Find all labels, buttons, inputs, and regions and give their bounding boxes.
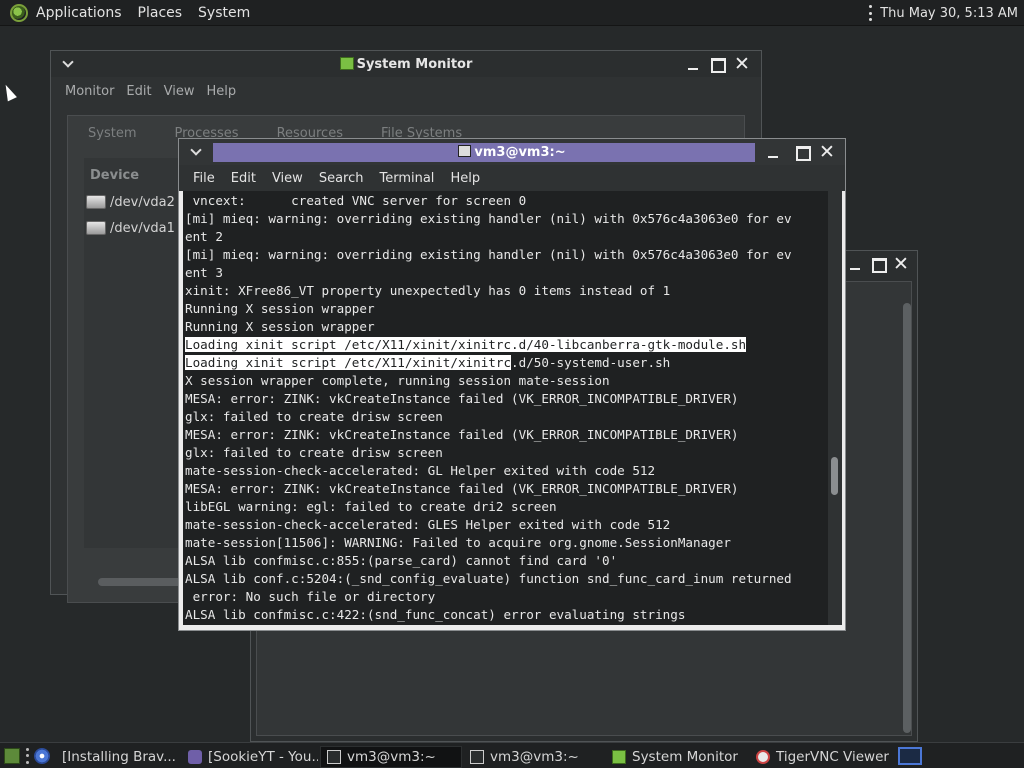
task-tigervnc-viewer[interactable]: TigerVNC Viewer (750, 746, 892, 768)
terminal-line: MESA: error: ZINK: vkCreateInstance fail… (185, 391, 739, 406)
system-menu[interactable]: System (190, 0, 258, 26)
terminal-titlebar[interactable]: vm3@vm3:~ ✕ (179, 139, 845, 165)
window-menu-chevron-icon[interactable] (61, 57, 75, 71)
terminal-line: MESA: error: ZINK: vkCreateInstance fail… (185, 427, 739, 442)
tigervnc-icon (756, 750, 770, 764)
terminal-icon (327, 750, 341, 764)
system-monitor-titlebar[interactable]: System Monitor ✕ (51, 51, 761, 77)
drive-icon (86, 195, 106, 209)
close-icon[interactable]: ✕ (732, 54, 752, 74)
terminal-menubar: File Edit View Search Terminal Help (179, 165, 845, 191)
system-monitor-icon (612, 750, 626, 764)
close-icon[interactable]: ✕ (891, 254, 911, 274)
menu-edit[interactable]: Edit (223, 171, 264, 186)
show-desktop-icon[interactable] (4, 747, 20, 764)
menu-edit[interactable]: Edit (120, 84, 157, 99)
maximize-icon[interactable] (868, 254, 888, 274)
task-label: System Monitor (632, 749, 738, 765)
selected-text: Loading xinit script /etc/X11/xinit/xini… (185, 337, 747, 352)
terminal-line: vncext: created VNC server for screen 0 (185, 193, 527, 208)
terminal-icon (470, 750, 484, 764)
device-name: /dev/vda2 (110, 194, 175, 210)
taskbar-handle-icon[interactable] (26, 747, 30, 764)
terminal-line: error: No such file or directory (185, 589, 436, 604)
panel-handle-icon[interactable] (864, 5, 876, 21)
selected-text: Loading xinit script /etc/X11/xinit/xini… (185, 355, 512, 370)
terminal-line: MESA: error: ZINK: vkCreateInstance fail… (185, 481, 739, 496)
task-sookieyt[interactable]: [SookieYT - You... (182, 746, 318, 768)
distro-logo-icon[interactable] (10, 3, 28, 22)
terminal-line: ALSA lib confmisc.c:855:(parse_card) can… (185, 553, 618, 568)
task-terminal-2[interactable]: vm3@vm3:~ (464, 746, 604, 768)
terminal-line-partially-selected: Loading xinit script /etc/X11/xinit/xini… (185, 354, 828, 372)
terminal-line-selected: Loading xinit script /etc/X11/xinit/xini… (185, 336, 828, 354)
unselected-text: .d/50-systemd-user.sh (511, 355, 671, 370)
terminal-line: [mi] mieq: warning: overriding existing … (185, 247, 792, 262)
task-terminal-1[interactable]: vm3@vm3:~ (320, 746, 462, 768)
terminal-line: ent 2 (185, 229, 223, 244)
terminal-line: Running X session wrapper (185, 319, 375, 334)
window-menu-chevron-icon[interactable] (189, 145, 203, 159)
menu-help[interactable]: Help (200, 84, 242, 99)
close-icon[interactable]: ✕ (817, 142, 837, 162)
menu-view[interactable]: View (264, 171, 311, 186)
scrollbar-thumb[interactable] (831, 457, 838, 495)
menu-terminal[interactable]: Terminal (371, 171, 442, 186)
maximize-icon[interactable] (792, 142, 812, 162)
terminal-line: xinit: XFree86_VT property unexpectedly … (185, 283, 671, 298)
terminal-line: X session wrapper complete, running sess… (185, 373, 610, 388)
applications-menu[interactable]: Applications (28, 0, 130, 26)
taskbar: [Installing Brav... [SookieYT - You... v… (0, 742, 1024, 768)
terminal-scrollbar[interactable] (828, 191, 842, 625)
terminal-output[interactable]: vncext: created VNC server for screen 0 … (183, 191, 828, 625)
task-installing-brave[interactable]: [Installing Brav... (56, 746, 180, 768)
minimize-icon[interactable] (763, 142, 783, 162)
workspace-switcher-icon[interactable] (898, 747, 922, 765)
menu-monitor[interactable]: Monitor (59, 84, 120, 99)
title-highlight (213, 143, 755, 162)
drive-icon (86, 221, 106, 235)
menu-file[interactable]: File (185, 171, 223, 186)
terminal-line: glx: failed to create drisw screen (185, 445, 443, 460)
terminal-line: ALSA lib confmisc.c:422:(snd_func_concat… (185, 607, 686, 622)
system-monitor-menubar: Monitor Edit View Help (51, 77, 761, 105)
device-name: /dev/vda1 (110, 220, 175, 236)
panel-right-area: Thu May 30, 5:13 AM (864, 0, 1018, 26)
terminal-window: vm3@vm3:~ ✕ File Edit View Search Termin… (178, 138, 846, 631)
background-window-scrollbar[interactable] (903, 303, 911, 733)
terminal-line: mate-session[11506]: WARNING: Failed to … (185, 535, 731, 550)
menu-view[interactable]: View (158, 84, 201, 99)
terminal-line: mate-session-check-accelerated: GLES Hel… (185, 517, 671, 532)
minimize-icon[interactable] (845, 254, 865, 274)
terminal-line: libEGL warning: egl: failed to create dr… (185, 499, 557, 514)
system-monitor-title: System Monitor (51, 56, 761, 72)
app-icon (188, 750, 202, 764)
top-panel: Applications Places System Thu May 30, 5… (0, 0, 1024, 26)
mouse-pointer-icon (1, 82, 17, 102)
task-label: TigerVNC Viewer (776, 749, 889, 765)
places-menu[interactable]: Places (130, 0, 191, 26)
task-label: [Installing Brav... (62, 749, 176, 765)
system-monitor-icon (339, 56, 354, 70)
terminal-line: Running X session wrapper (185, 301, 375, 316)
menu-help[interactable]: Help (442, 171, 488, 186)
maximize-icon[interactable] (707, 54, 727, 74)
task-label: [SookieYT - You... (208, 749, 318, 765)
terminal-line: ent 3 (185, 265, 223, 280)
browser-launcher-icon[interactable] (34, 747, 50, 764)
task-label: vm3@vm3:~ (490, 749, 579, 765)
menu-search[interactable]: Search (311, 171, 372, 186)
task-system-monitor[interactable]: System Monitor (606, 746, 748, 768)
terminal-line: mate-session-check-accelerated: GL Helpe… (185, 463, 656, 478)
task-label: vm3@vm3:~ (347, 749, 436, 765)
terminal-line: glx: failed to create drisw screen (185, 409, 443, 424)
terminal-line: ALSA lib conf.c:5204:(_snd_config_evalua… (185, 571, 792, 586)
clock[interactable]: Thu May 30, 5:13 AM (880, 6, 1018, 21)
minimize-icon[interactable] (683, 54, 703, 74)
tab-system[interactable]: System (88, 126, 136, 141)
terminal-line: [mi] mieq: warning: overriding existing … (185, 211, 792, 226)
